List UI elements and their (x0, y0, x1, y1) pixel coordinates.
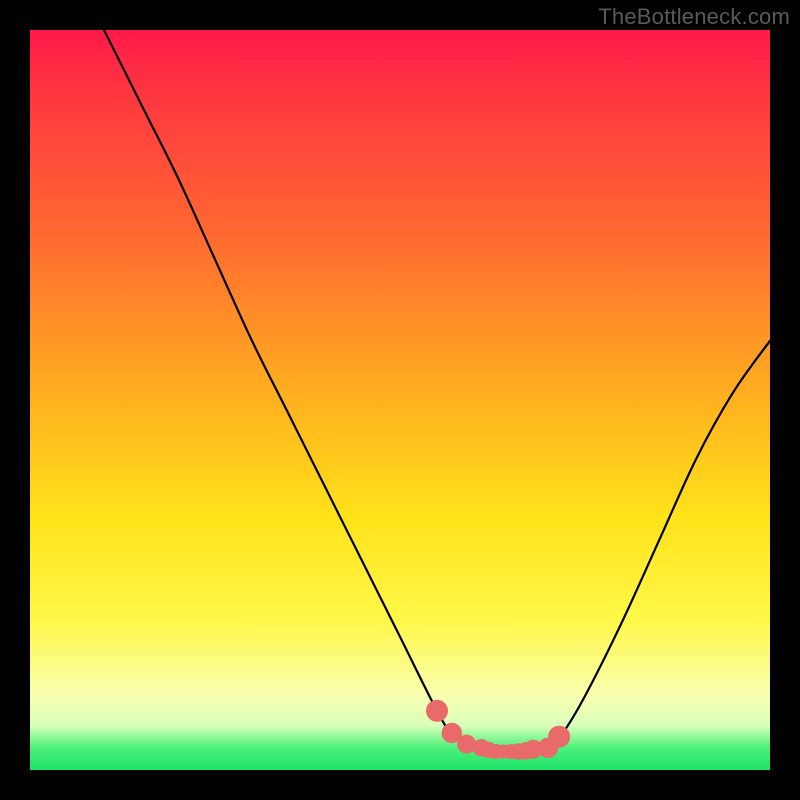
plot-area (30, 30, 770, 770)
watermark-text: TheBottleneck.com (598, 4, 790, 30)
main-curve (104, 30, 770, 752)
highlight-dot (548, 726, 570, 748)
chart-frame: TheBottleneck.com (0, 0, 800, 800)
highlight-dot (426, 700, 448, 722)
highlight-dots-group (426, 700, 570, 760)
curve-svg (30, 30, 770, 770)
